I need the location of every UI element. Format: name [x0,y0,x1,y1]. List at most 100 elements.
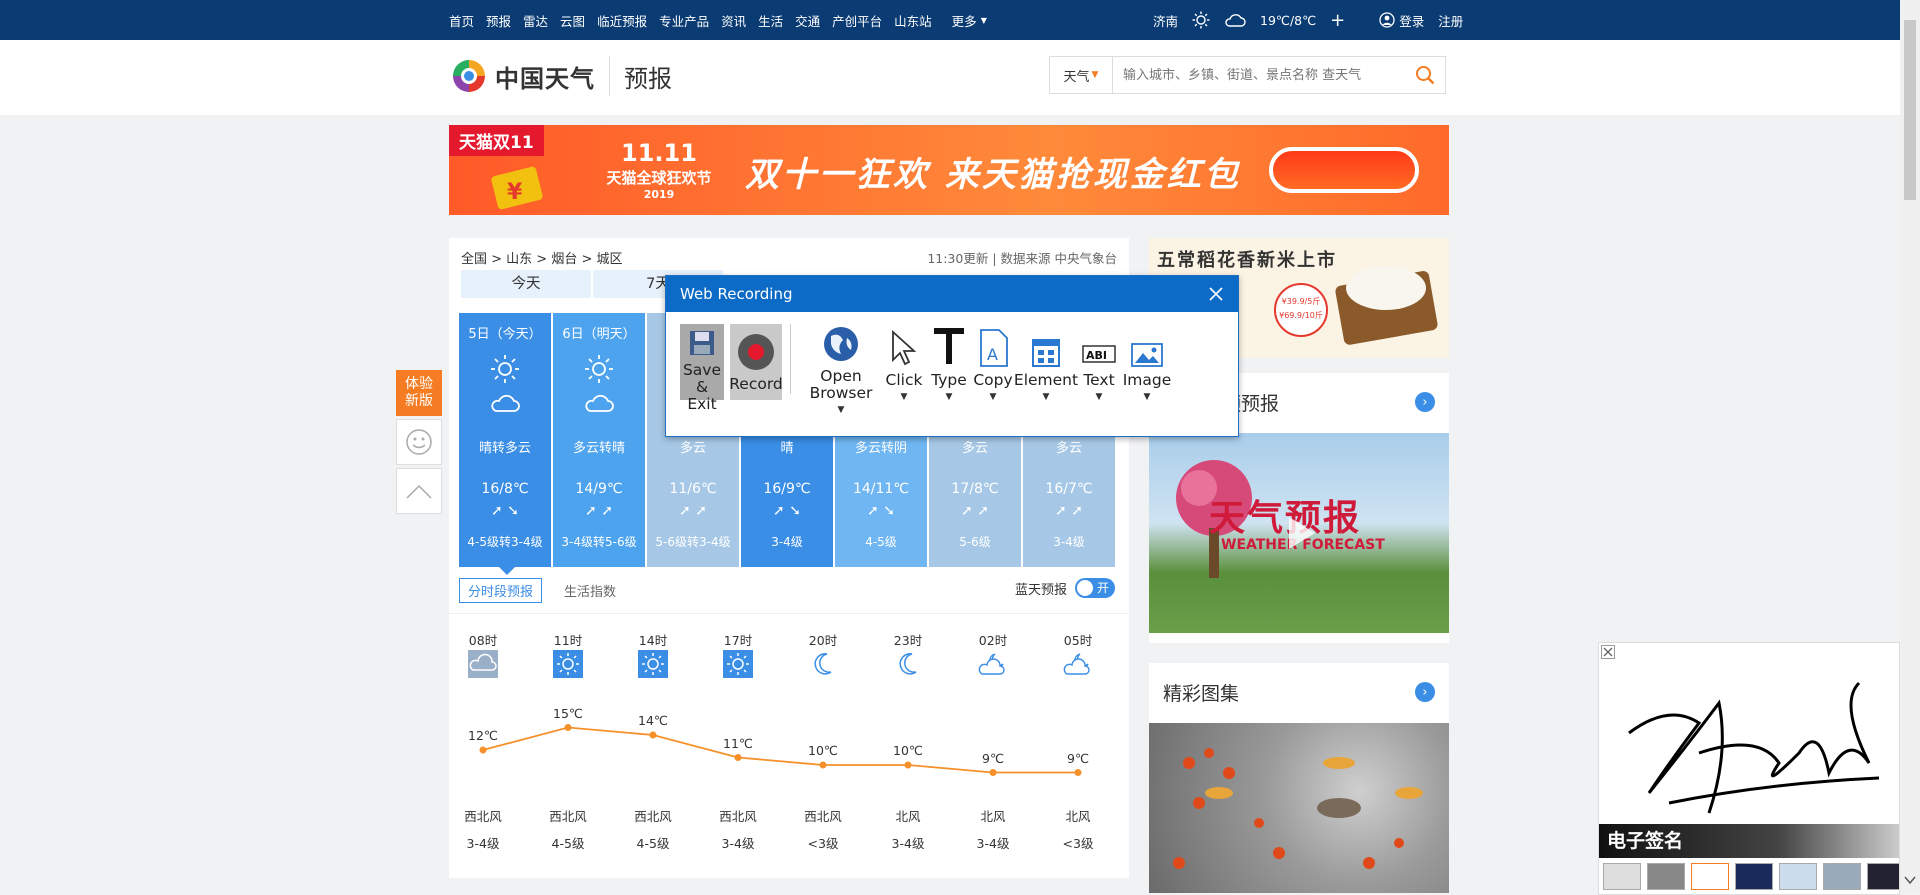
bluesky-control: 蓝天预报 开 [1015,578,1115,598]
nav-item[interactable]: 首页 [449,11,474,30]
day-card[interactable]: 5日（今天） 晴转多云 16/8℃ ➚ ➘ 4-5级转3-4级 [459,313,551,575]
click-button[interactable]: Click ▼ [884,324,924,408]
type-icon [931,324,967,368]
tab-life-index[interactable]: 生活指数 [564,581,616,600]
search-type-select[interactable]: 天气 ▼ [1050,57,1113,93]
web-recording-dialog: Web Recording Save & Exit Record Open Brow… [665,275,1239,437]
gallery-image[interactable] [1149,723,1449,893]
tab-today[interactable]: 今天 [461,270,591,298]
nav-item[interactable]: 雷达 [523,11,548,30]
wind-direction-icon: ➚ ➚ [585,503,613,519]
rice-price-1: ¥39.9/5斤 [1281,297,1321,306]
nav-item[interactable]: 专业产品 [659,11,709,30]
nav-item[interactable]: 预报 [486,11,511,30]
register-link[interactable]: 注册 [1438,11,1463,30]
current-temp: 19℃/8℃ [1260,12,1317,28]
top-navbar: 首页 预报 雷达 云图 临近预报 专业产品 资讯 生活 交通 产创平台 山东站 更多 ▼ 济南 19℃/… [0,0,1920,40]
video-more-icon[interactable]: › [1415,392,1435,412]
save-exit-button[interactable]: Save & Exit [680,324,724,413]
user-icon [1379,12,1395,28]
thumbnail[interactable] [1603,863,1641,890]
nav-item[interactable]: 生活 [758,11,783,30]
play-icon[interactable] [1279,513,1319,553]
search-button[interactable] [1405,65,1445,85]
hour-temp-label: 12℃ [468,728,498,743]
day-temp: 14/9℃ [575,481,623,497]
chevron-down-icon[interactable] [1903,873,1917,887]
video-thumbnail[interactable]: 天气预报 WEATHER FORECAST [1149,433,1449,633]
bluesky-toggle[interactable]: 开 [1075,578,1115,598]
scrollbar-thumb[interactable] [1904,20,1916,200]
nav-item[interactable]: 云图 [560,11,585,30]
rice-price-2: ¥69.9/10斤 [1279,311,1323,320]
thumbnail[interactable] [1823,863,1861,890]
open-browser-button[interactable]: Open Browser ▼ [790,324,878,415]
try-new-version-button[interactable]: 体验 新版 [396,370,442,416]
promo-banner[interactable]: 天猫双11 ¥ 11.11 天猫全球狂欢节 2019 双十一狂欢 来天猫抢现金红… [449,125,1449,215]
thumbnail[interactable] [1779,863,1817,890]
nav-item[interactable]: 交通 [795,11,820,30]
dialog-titlebar: Web Recording [666,276,1238,312]
add-city-button[interactable]: + [1330,10,1345,31]
record-icon [736,328,776,372]
thumbnail[interactable] [1867,863,1899,890]
type-button[interactable]: Type ▼ [930,324,968,408]
day-card[interactable]: 6日（明天） 多云转晴 14/9℃ ➚ ➚ 3-4级转5-6级 [553,313,645,567]
nav-item[interactable]: 更多 [952,11,977,30]
wind-direction-icon: ➚ ➘ [773,503,801,519]
thumbnail[interactable] [1691,863,1729,890]
day-wind-level: 5-6级 [959,535,991,549]
tool-label: Save & Exit [682,361,722,413]
current-city[interactable]: 济南 [1153,11,1178,30]
day-date: 5日（今天） [468,327,542,342]
cloud-icon [585,394,614,412]
cloud-icon [468,650,498,678]
hour-wind-direction: 西北风 [549,809,587,824]
page-scrollbar[interactable] [1900,0,1920,893]
site-logo[interactable]: 中国天气 预报 [449,56,672,96]
breadcrumb[interactable]: 全国 > 山东 > 烟台 > 城区 [461,248,622,267]
signature-ad[interactable]: 电子签名 [1598,642,1900,895]
tab-hourly[interactable]: 分时段预报 [459,578,543,603]
login-link-wrap[interactable]: 登录 [1379,11,1424,30]
close-icon[interactable] [1208,286,1224,302]
nav-item[interactable]: 山东站 [894,11,932,30]
hour-time: 08时 [468,633,498,648]
wind-direction-icon: ➚ ➚ [679,503,707,519]
image-button[interactable]: Image ▼ [1123,324,1171,408]
hour-wind-direction: 北风 [1065,809,1091,824]
search-input[interactable] [1113,57,1405,93]
close-icon[interactable] [1601,645,1615,659]
signature-thumbnails [1603,863,1899,890]
thumbnail[interactable] [1647,863,1685,890]
caret-down-icon: ▼ [837,405,845,415]
hour-wind-direction: 西北风 [719,809,757,824]
try-new-line-2: 新版 [405,393,433,409]
hour-wind-level: 3-4级 [721,836,755,851]
nav-item[interactable]: 临近预报 [597,11,647,30]
wind-direction-icon: ➚ ➚ [961,503,989,519]
day-weather: 晴 [780,441,794,456]
active-pointer [499,567,515,575]
day-temp: 16/9℃ [763,481,811,497]
caret-down-icon: ▼ [945,392,953,402]
banner-cta-button[interactable] [1269,147,1419,193]
nav-item[interactable]: 资讯 [721,11,746,30]
element-button[interactable]: Element ▼ [1014,324,1078,408]
text-button[interactable]: ABI Text ▼ [1080,324,1118,408]
thumbnail[interactable] [1735,863,1773,890]
feedback-button[interactable] [396,419,442,465]
day-weather: 多云 [1055,441,1082,456]
copy-button[interactable]: A Copy ▼ [973,324,1013,408]
hour-wind-level: 3-4级 [466,836,500,851]
nav-item[interactable]: 产创平台 [832,11,882,30]
day-date: 6日（明天） [562,327,636,342]
back-to-top-button[interactable] [396,468,442,514]
hour-wind-level: 4-5级 [636,836,670,851]
gallery-more-icon[interactable]: › [1415,682,1435,702]
floating-tools: 体验 新版 [396,370,442,514]
login-link[interactable]: 登录 [1399,11,1424,30]
record-button[interactable]: Record [729,324,783,400]
smiley-icon [406,429,432,455]
day-wind-level: 3-4级转5-6级 [561,535,637,549]
